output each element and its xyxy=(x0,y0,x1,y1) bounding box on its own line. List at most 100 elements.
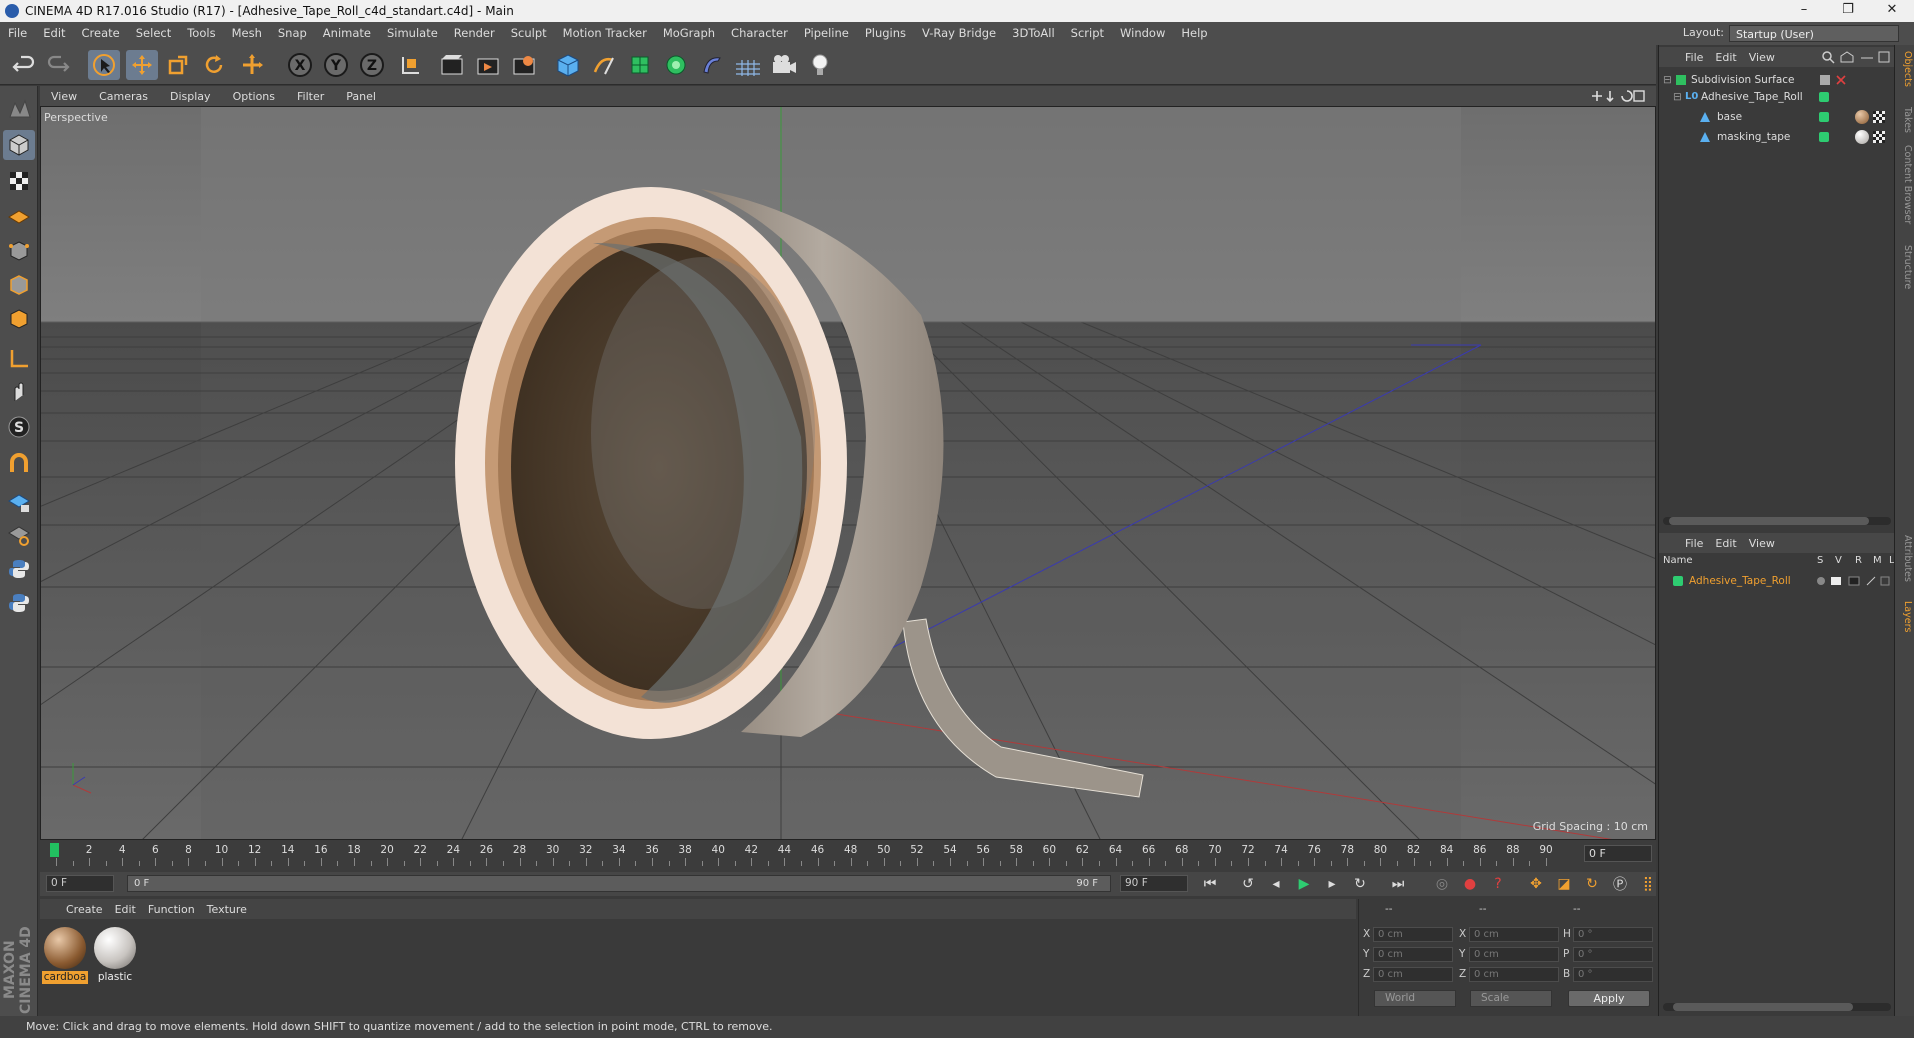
object-menu-file[interactable]: File xyxy=(1679,51,1709,64)
menu-snap[interactable]: Snap xyxy=(270,22,315,45)
cube-primitive-icon[interactable] xyxy=(552,50,584,80)
deformer-icon[interactable] xyxy=(696,50,728,80)
menu-window[interactable]: Window xyxy=(1112,22,1173,45)
layout-select[interactable]: Startup (User) xyxy=(1729,25,1899,42)
play-icon[interactable]: ▶ xyxy=(1292,873,1316,895)
minimize-button[interactable]: – xyxy=(1782,0,1826,22)
layer-manager-scrollbar[interactable] xyxy=(1663,1003,1891,1011)
edges-mode-icon[interactable] xyxy=(3,270,35,300)
coord-size-z-field[interactable]: 0 cm xyxy=(1469,967,1559,982)
previous-key-icon[interactable]: ↺ xyxy=(1236,873,1260,895)
coord-size-x-field[interactable]: 0 cm xyxy=(1469,927,1559,942)
coord-pos-y-field[interactable]: 0 cm xyxy=(1373,947,1453,962)
menu-select[interactable]: Select xyxy=(128,22,179,45)
autokey-icon[interactable]: ● xyxy=(1458,873,1482,895)
tab-layers[interactable]: Layers xyxy=(1897,601,1913,632)
object-manager-scrollbar[interactable] xyxy=(1663,517,1891,525)
render-to-picture-viewer-icon[interactable] xyxy=(472,50,504,80)
viewport-menu-display[interactable]: Display xyxy=(159,90,222,103)
redo-icon[interactable] xyxy=(42,50,74,80)
spline-pen-icon[interactable] xyxy=(588,50,620,80)
key-scale-icon[interactable]: ◪ xyxy=(1552,873,1576,895)
light-icon[interactable] xyxy=(804,50,836,80)
material-menu-create[interactable]: Create xyxy=(60,903,109,916)
uvw-tag-icon[interactable] xyxy=(1873,130,1885,143)
record-keys-icon[interactable]: ◎ xyxy=(1430,873,1454,895)
layer-color-icon[interactable] xyxy=(1819,91,1829,102)
keyframe-selection-icon[interactable]: ? xyxy=(1486,873,1510,895)
coordinate-space-select[interactable]: World xyxy=(1374,990,1456,1007)
viewport-nav-icons[interactable] xyxy=(1590,89,1648,103)
material-menu-edit[interactable]: Edit xyxy=(109,903,142,916)
menu-help[interactable]: Help xyxy=(1173,22,1215,45)
render-view-icon[interactable] xyxy=(436,50,468,80)
object-row-subdivision-surface[interactable]: ⊟ Subdivision Surface xyxy=(1659,71,1895,88)
material-swatch[interactable]: cardboa xyxy=(42,925,88,984)
menu-render[interactable]: Render xyxy=(446,22,503,45)
viewport-menu-options[interactable]: Options xyxy=(222,90,286,103)
material-swatch[interactable]: plastic xyxy=(92,925,138,983)
go-to-start-icon[interactable]: ⏮ xyxy=(1198,873,1222,895)
python-script-2-icon[interactable] xyxy=(3,588,35,618)
menu-edit[interactable]: Edit xyxy=(35,22,73,45)
move-tool-icon[interactable] xyxy=(126,50,158,80)
layer-menu-view[interactable]: View xyxy=(1743,537,1781,550)
tweak-mode-icon[interactable] xyxy=(3,378,35,408)
next-key-icon[interactable]: ↻ xyxy=(1348,873,1372,895)
material-menu-texture[interactable]: Texture xyxy=(201,903,253,916)
viewport-menu-filter[interactable]: Filter xyxy=(286,90,335,103)
material-tag-icon[interactable] xyxy=(1855,109,1869,124)
viewport-menu-panel[interactable]: Panel xyxy=(335,90,387,103)
layer-color-icon[interactable] xyxy=(1819,111,1829,122)
object-row-base[interactable]: base xyxy=(1659,108,1895,125)
workplane-icon[interactable] xyxy=(3,200,35,230)
menu-vray-bridge[interactable]: V-Ray Bridge xyxy=(914,22,1004,45)
magnet-icon[interactable] xyxy=(3,450,35,480)
material-tag-icon[interactable] xyxy=(1855,129,1869,144)
object-flags[interactable] xyxy=(1819,74,1851,86)
menu-script[interactable]: Script xyxy=(1063,22,1112,45)
menu-character[interactable]: Character xyxy=(723,22,796,45)
layer-color-icon[interactable] xyxy=(1819,131,1829,142)
axis-mode-icon[interactable] xyxy=(3,344,35,374)
menu-mograph[interactable]: MoGraph xyxy=(655,22,723,45)
coord-rot-p-field[interactable]: 0 ° xyxy=(1573,947,1653,962)
scale-tool-icon[interactable] xyxy=(162,50,194,80)
object-menu-edit[interactable]: Edit xyxy=(1709,51,1742,64)
tab-structure[interactable]: Structure xyxy=(1897,245,1913,289)
close-window-button[interactable]: ✕ xyxy=(1870,0,1914,22)
start-frame-field[interactable]: 0 F xyxy=(46,875,114,892)
layer-row[interactable]: Adhesive_Tape_Roll xyxy=(1659,572,1895,589)
object-row-adhesive-tape-roll[interactable]: ⊟ L0 Adhesive_Tape_Roll xyxy=(1659,88,1895,105)
locked-workplane-icon[interactable] xyxy=(3,488,35,518)
polygons-mode-icon[interactable] xyxy=(3,304,35,334)
model-mode-icon[interactable] xyxy=(3,130,35,160)
layer-menu-edit[interactable]: Edit xyxy=(1709,537,1742,550)
menu-sculpt[interactable]: Sculpt xyxy=(503,22,555,45)
end-frame-field[interactable]: 90 F xyxy=(1120,875,1188,892)
layer-flag-icons[interactable] xyxy=(1815,575,1891,587)
floor-icon[interactable] xyxy=(732,50,764,80)
current-frame-field[interactable]: 0 F xyxy=(1584,845,1652,862)
frame-range-slider[interactable]: 0 F 90 F xyxy=(127,875,1111,892)
menu-animate[interactable]: Animate xyxy=(315,22,379,45)
key-pla-icon[interactable]: ⣿ xyxy=(1636,873,1660,895)
layer-menu-file[interactable]: File xyxy=(1679,537,1709,550)
next-frame-icon[interactable]: ▸ xyxy=(1320,873,1344,895)
coord-pos-z-field[interactable]: 0 cm xyxy=(1373,967,1453,982)
viewport-menu-cameras[interactable]: Cameras xyxy=(88,90,159,103)
menu-motion-tracker[interactable]: Motion Tracker xyxy=(555,22,655,45)
tab-takes[interactable]: Takes xyxy=(1897,107,1913,133)
menu-file[interactable]: File xyxy=(0,22,35,45)
subdivision-surface-icon[interactable] xyxy=(624,50,656,80)
texture-mode-icon[interactable] xyxy=(3,166,35,196)
cloner-icon[interactable] xyxy=(660,50,692,80)
coordinate-system-icon[interactable] xyxy=(394,50,426,80)
x-axis-lock-icon[interactable]: X xyxy=(284,50,316,80)
undo-icon[interactable] xyxy=(8,50,40,80)
menu-plugins[interactable]: Plugins xyxy=(857,22,914,45)
key-position-icon[interactable]: ✥ xyxy=(1524,873,1548,895)
y-axis-lock-icon[interactable]: Y xyxy=(320,50,352,80)
coord-rot-b-field[interactable]: 0 ° xyxy=(1573,967,1653,982)
object-menu-view[interactable]: View xyxy=(1743,51,1781,64)
